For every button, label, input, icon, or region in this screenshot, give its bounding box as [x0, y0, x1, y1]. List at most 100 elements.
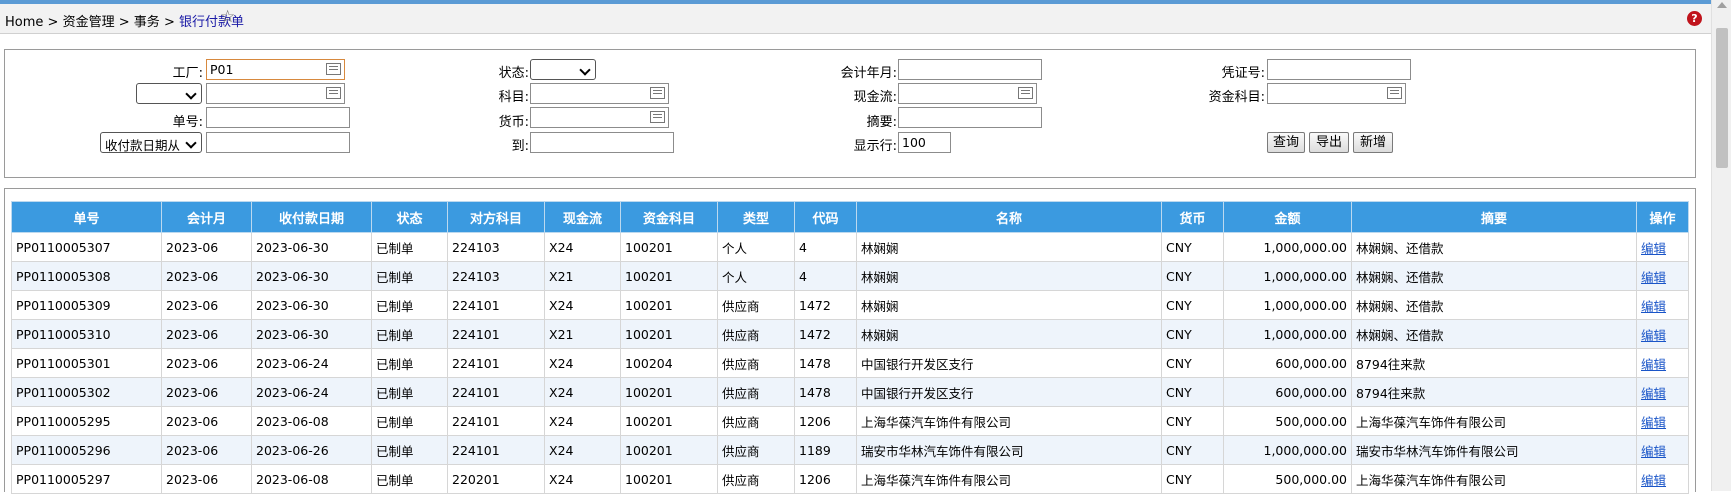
cell-currency: CNY — [1161, 319, 1224, 349]
query-button[interactable]: 查询 — [1267, 132, 1305, 153]
rows-input[interactable]: 100 — [898, 132, 951, 153]
table-row[interactable]: PP0110005309 2023-06 2023-06-30 已制单 224101 X2… — [11, 290, 1689, 320]
help-icon[interactable]: ? — [1687, 11, 1702, 26]
cell-date: 2023-06-08 — [251, 464, 372, 494]
cell-amount: 500,000.00 — [1223, 406, 1352, 436]
table-row[interactable]: PP0110005297 2023-06 2023-06-08 已制单 220201 X2… — [11, 464, 1689, 494]
subject-input[interactable] — [530, 83, 669, 104]
cell-status: 已制单 — [371, 406, 448, 436]
cell-docno: PP0110005302 — [11, 377, 162, 407]
col-header-type[interactable]: 类型 — [717, 201, 795, 233]
edit-link[interactable]: 编辑 — [1641, 444, 1666, 459]
factory-scope-input[interactable] — [206, 83, 345, 104]
voucher-input[interactable] — [1267, 59, 1411, 80]
cell-date: 2023-06-08 — [251, 406, 372, 436]
edit-link[interactable]: 编辑 — [1641, 270, 1666, 285]
cell-counter-subject: 224101 — [447, 348, 545, 378]
cell-code: 1206 — [794, 464, 857, 494]
col-header-name[interactable]: 名称 — [856, 201, 1162, 233]
summary-input[interactable] — [898, 107, 1042, 128]
currency-lookup-icon[interactable] — [650, 111, 665, 123]
table-row[interactable]: PP0110005296 2023-06 2023-06-26 已制单 224101 X2… — [11, 435, 1689, 465]
cell-currency: CNY — [1161, 377, 1224, 407]
table-row[interactable]: PP0110005310 2023-06 2023-06-30 已制单 224101 X2… — [11, 319, 1689, 349]
scroll-up-arrow-icon[interactable] — [1717, 2, 1727, 8]
status-select[interactable] — [530, 59, 596, 80]
new-button[interactable]: 新增 — [1353, 132, 1393, 153]
cell-summary: 上海华葆汽车饰件有限公司 — [1351, 464, 1637, 494]
table-row[interactable]: PP0110005295 2023-06 2023-06-08 已制单 224101 X2… — [11, 406, 1689, 436]
cell-period: 2023-06 — [161, 464, 252, 494]
col-header-counter-subject[interactable]: 对方科目 — [447, 201, 545, 233]
docno-input[interactable] — [206, 107, 350, 128]
edit-link[interactable]: 编辑 — [1641, 357, 1666, 372]
col-header-action: 操作 — [1636, 201, 1689, 233]
breadcrumb-transactions[interactable]: 事务 — [134, 15, 160, 30]
col-header-cashflow[interactable]: 现金流 — [544, 201, 621, 233]
cell-edit-link: 编辑 — [1636, 261, 1689, 291]
factory-value: P01 — [210, 62, 234, 77]
col-header-period[interactable]: 会计月 — [161, 201, 252, 233]
currency-label: 货币: — [498, 115, 529, 130]
currency-input[interactable] — [530, 107, 669, 128]
date-to-input[interactable] — [530, 132, 674, 153]
table-row[interactable]: PP0110005307 2023-06 2023-06-30 已制单 224103 X2… — [11, 232, 1689, 262]
edit-link[interactable]: 编辑 — [1641, 299, 1666, 314]
table-row[interactable]: PP0110005302 2023-06 2023-06-24 已制单 224101 X2… — [11, 377, 1689, 407]
subject-lookup-icon[interactable] — [650, 87, 665, 99]
cell-counter-subject: 220201 — [447, 464, 545, 494]
col-header-status[interactable]: 状态 — [371, 201, 448, 233]
chevron-down-icon — [579, 64, 591, 76]
col-header-amount[interactable]: 金额 — [1223, 201, 1352, 233]
cell-period: 2023-06 — [161, 261, 252, 291]
cashflow-lookup-icon[interactable] — [1018, 87, 1033, 99]
favorite-star-icon[interactable]: ☆ — [220, 7, 235, 27]
fund-subject-lookup-icon[interactable] — [1387, 87, 1402, 99]
cell-type: 个人 — [717, 261, 795, 291]
breadcrumb-home[interactable]: Home — [5, 15, 43, 30]
rows-label: 显示行: — [853, 139, 897, 154]
fund-subject-input[interactable] — [1267, 83, 1406, 104]
period-input[interactable] — [898, 59, 1042, 80]
cell-name: 中国银行开发区支行 — [856, 348, 1162, 378]
edit-link[interactable]: 编辑 — [1641, 473, 1666, 488]
cell-currency: CNY — [1161, 464, 1224, 494]
export-button[interactable]: 导出 — [1309, 132, 1349, 153]
col-header-code[interactable]: 代码 — [794, 201, 857, 233]
col-header-summary[interactable]: 摘要 — [1351, 201, 1637, 233]
cell-docno: PP0110005295 — [11, 406, 162, 436]
date-from-select[interactable]: 收付款日期从 — [100, 132, 202, 153]
cell-fund-subject: 100201 — [620, 290, 718, 320]
cell-docno: PP0110005297 — [11, 464, 162, 494]
cell-type: 供应商 — [717, 290, 795, 320]
cashflow-input[interactable] — [898, 83, 1037, 104]
chevron-down-icon — [185, 137, 197, 149]
edit-link[interactable]: 编辑 — [1641, 386, 1666, 401]
page-scrollbar[interactable] — [1711, 0, 1731, 491]
breadcrumb-fund-management[interactable]: 资金管理 — [63, 15, 115, 30]
cell-type: 供应商 — [717, 406, 795, 436]
col-header-fund-subject[interactable]: 资金科目 — [620, 201, 718, 233]
cell-date: 2023-06-24 — [251, 348, 372, 378]
edit-link[interactable]: 编辑 — [1641, 328, 1666, 343]
col-header-currency[interactable]: 货币 — [1161, 201, 1224, 233]
table-row[interactable]: PP0110005301 2023-06 2023-06-24 已制单 224101 X2… — [11, 348, 1689, 378]
lookup-icon[interactable] — [326, 87, 341, 99]
cell-period: 2023-06 — [161, 319, 252, 349]
cell-type: 供应商 — [717, 319, 795, 349]
cell-cashflow: X21 — [544, 261, 621, 291]
cell-currency: CNY — [1161, 435, 1224, 465]
col-header-date[interactable]: 收付款日期 — [251, 201, 372, 233]
cell-type: 个人 — [717, 232, 795, 262]
factory-scope-select[interactable] — [136, 83, 202, 104]
col-header-docno[interactable]: 单号 — [11, 201, 162, 233]
cell-currency: CNY — [1161, 406, 1224, 436]
edit-link[interactable]: 编辑 — [1641, 241, 1666, 256]
table-row[interactable]: PP0110005308 2023-06 2023-06-30 已制单 224103 X2… — [11, 261, 1689, 291]
factory-input[interactable]: P01 — [206, 59, 345, 80]
date-from-input[interactable] — [206, 132, 350, 153]
edit-link[interactable]: 编辑 — [1641, 415, 1666, 430]
fund-subject-label: 资金科目: — [1208, 90, 1265, 105]
scroll-thumb[interactable] — [1716, 28, 1728, 168]
factory-lookup-icon[interactable] — [326, 63, 341, 75]
